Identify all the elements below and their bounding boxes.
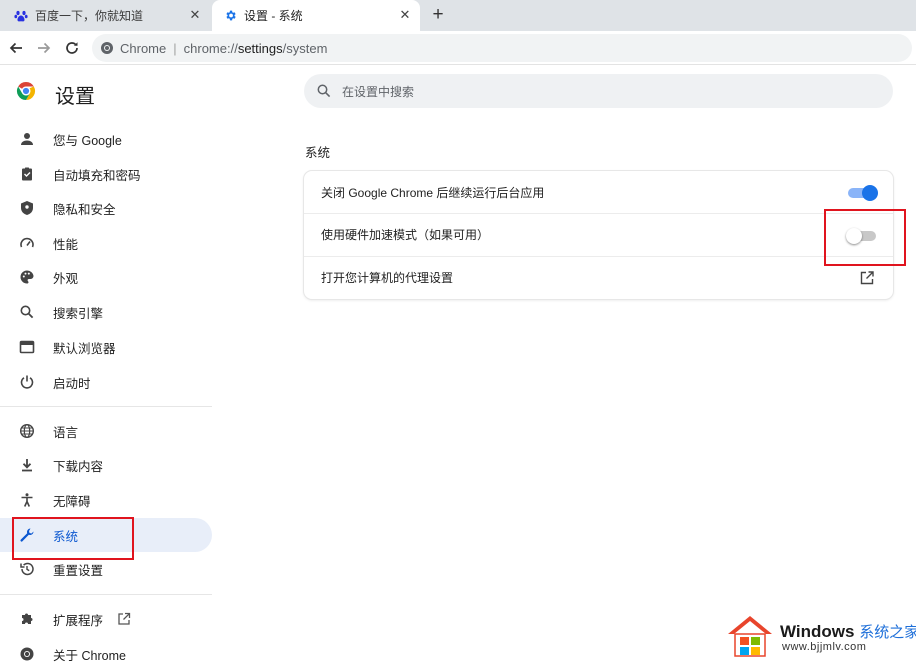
background-apps-toggle[interactable] xyxy=(848,185,878,201)
sidebar-item-you-and-google[interactable]: 您与 Google xyxy=(0,122,212,156)
puzzle-icon xyxy=(18,610,36,628)
sidebar-divider xyxy=(0,594,212,595)
palette-icon xyxy=(18,268,36,286)
setting-row-background-apps[interactable]: 关闭 Google Chrome 后继续运行后台应用 xyxy=(304,171,893,213)
reload-icon[interactable] xyxy=(62,38,82,58)
accessibility-icon xyxy=(18,491,36,509)
tab-title: 百度一下，你就知道 xyxy=(35,9,144,23)
settings-title: 设置 xyxy=(55,86,95,108)
watermark-url: www.bjjmlv.com xyxy=(782,641,867,653)
sidebar-item-label: 默认浏览器 xyxy=(53,341,116,356)
sidebar-item-label: 自动填充和密码 xyxy=(53,168,141,183)
setting-row-hardware-acceleration[interactable]: 使用硬件加速模式（如果可用） xyxy=(304,213,893,255)
tab-baidu[interactable]: 百度一下，你就知道 ✕ xyxy=(0,0,210,31)
setting-label: 使用硬件加速模式（如果可用） xyxy=(321,228,490,242)
sidebar-item-label: 关于 Chrome xyxy=(53,648,126,663)
setting-label: 打开您计算机的代理设置 xyxy=(321,271,454,285)
setting-row-proxy[interactable]: 打开您计算机的代理设置 xyxy=(304,256,893,298)
sidebar-item-label: 扩展程序 xyxy=(53,613,104,628)
sidebar-divider xyxy=(0,406,212,407)
sidebar-item-label: 搜索引擎 xyxy=(53,306,104,321)
sidebar-item-label: 性能 xyxy=(53,237,79,252)
new-tab-button[interactable]: + xyxy=(428,5,448,25)
watermark: Windows 系统之家 www.bjjmlv.com xyxy=(726,612,916,660)
search-placeholder: 在设置中搜索 xyxy=(342,84,415,99)
highlight-box-system xyxy=(12,517,134,560)
chrome-logo-icon xyxy=(16,81,36,101)
system-settings-card: 关闭 Google Chrome 后继续运行后台应用 使用硬件加速模式（如果可用… xyxy=(304,171,893,299)
address-bar[interactable]: Chrome | chrome://settings/system xyxy=(92,34,912,62)
sidebar-item-label: 外观 xyxy=(53,271,79,286)
sidebar-item-languages[interactable]: 语言 xyxy=(0,414,212,448)
highlight-box-toggle xyxy=(824,209,906,266)
omnibox-separator: | xyxy=(173,40,177,56)
download-icon xyxy=(18,456,36,474)
settings-gear-icon xyxy=(223,9,237,23)
person-icon xyxy=(18,130,36,148)
sidebar-item-label: 语言 xyxy=(53,425,79,440)
sidebar-item-label: 无障碍 xyxy=(53,494,91,509)
sidebar-item-label: 启动时 xyxy=(53,376,91,391)
tab-settings-system[interactable]: 设置 - 系统 ✕ xyxy=(212,0,420,31)
sidebar-item-accessibility[interactable]: 无障碍 xyxy=(0,483,212,517)
sidebar-item-privacy[interactable]: 隐私和安全 xyxy=(0,191,212,225)
open-in-new-icon xyxy=(117,612,131,626)
history-icon xyxy=(18,560,36,578)
chrome-logo-icon xyxy=(18,645,36,663)
watermark-brand: Windows 系统之家 xyxy=(780,622,916,641)
sidebar-item-about-chrome[interactable]: 关于 Chrome xyxy=(0,637,212,671)
close-tab-icon[interactable]: ✕ xyxy=(398,7,412,22)
sidebar-item-label: 您与 Google xyxy=(53,133,122,148)
speedometer-icon xyxy=(18,234,36,252)
back-arrow-icon[interactable] xyxy=(6,38,26,58)
globe-icon xyxy=(18,422,36,440)
sidebar-item-appearance[interactable]: 外观 xyxy=(0,260,212,294)
sidebar-item-label: 下载内容 xyxy=(53,459,104,474)
site-name: Chrome xyxy=(120,40,167,56)
setting-label: 关闭 Google Chrome 后继续运行后台应用 xyxy=(321,185,545,200)
chrome-site-icon xyxy=(100,41,114,55)
sidebar-item-label: 隐私和安全 xyxy=(53,202,116,217)
browser-window-icon xyxy=(18,338,36,356)
sidebar-item-label: 重置设置 xyxy=(53,563,104,578)
sidebar-item-performance[interactable]: 性能 xyxy=(0,226,212,260)
sidebar-item-on-startup[interactable]: 启动时 xyxy=(0,365,212,399)
sidebar-item-default-browser[interactable]: 默认浏览器 xyxy=(0,330,212,364)
sidebar-item-downloads[interactable]: 下载内容 xyxy=(0,448,212,482)
url-text: chrome://settings/system xyxy=(183,40,328,56)
search-icon xyxy=(316,83,332,99)
tab-title: 设置 - 系统 xyxy=(244,9,303,23)
section-title: 系统 xyxy=(305,146,331,160)
sidebar-item-search-engine[interactable]: 搜索引擎 xyxy=(0,295,212,329)
search-icon xyxy=(18,303,36,321)
toolbar: Chrome | chrome://settings/system xyxy=(0,31,916,65)
sidebar-item-autofill[interactable]: 自动填充和密码 xyxy=(0,157,212,191)
power-icon xyxy=(18,373,36,391)
baidu-paw-icon xyxy=(14,9,28,23)
open-in-new-icon[interactable] xyxy=(859,270,875,286)
forward-arrow-icon[interactable] xyxy=(34,38,54,58)
close-tab-icon[interactable]: ✕ xyxy=(188,7,202,22)
tab-strip: 百度一下，你就知道 ✕ 设置 - 系统 ✕ + xyxy=(0,0,916,31)
settings-search-input[interactable]: 在设置中搜索 xyxy=(304,74,893,108)
windows-house-logo-icon xyxy=(728,616,772,657)
clipboard-icon xyxy=(18,165,36,183)
sidebar-item-extensions[interactable]: 扩展程序 xyxy=(0,602,212,636)
shield-icon xyxy=(18,199,36,217)
